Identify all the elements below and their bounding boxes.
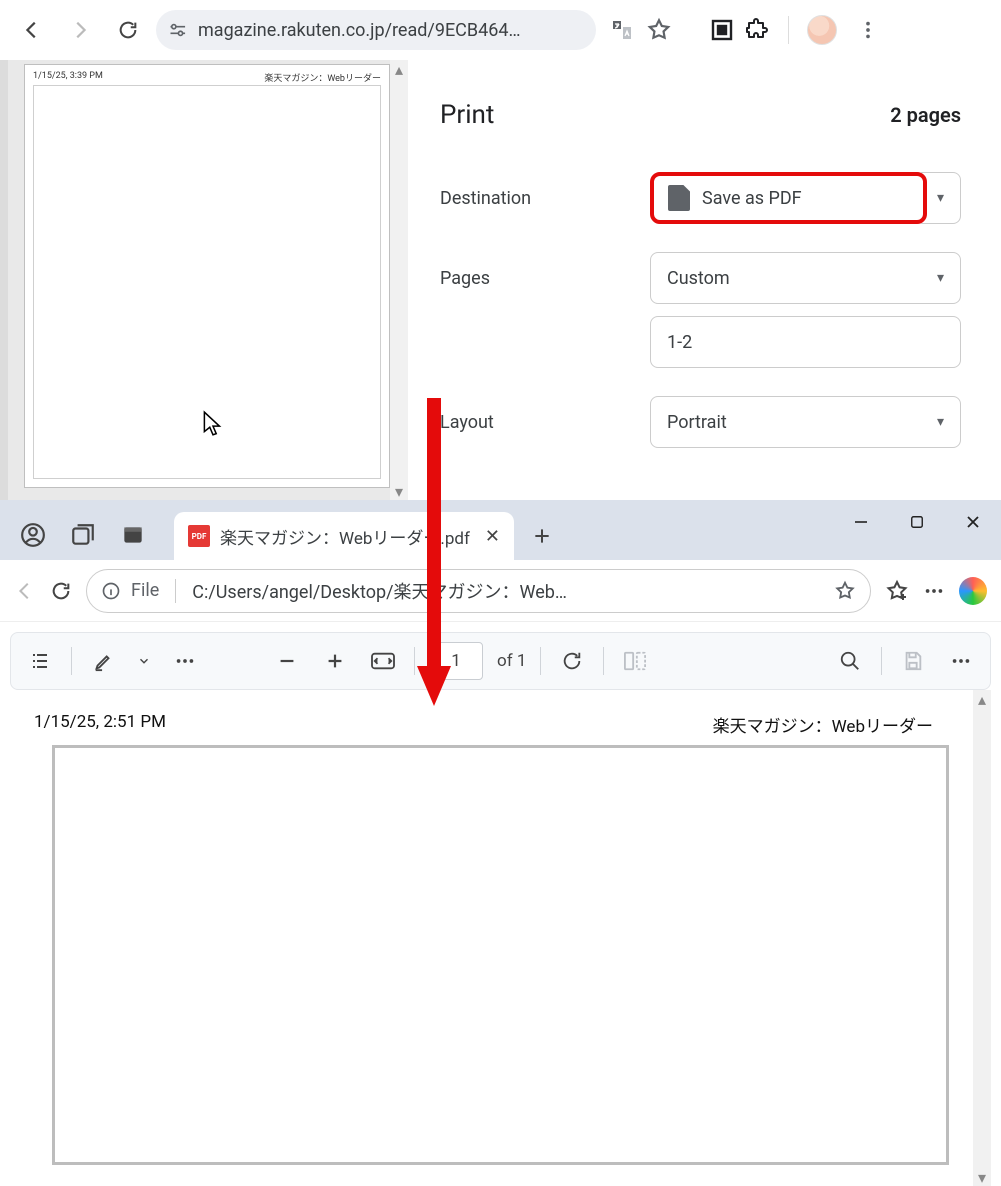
menu-icon[interactable] (857, 19, 879, 41)
separator (788, 16, 789, 44)
back-button[interactable] (12, 10, 52, 50)
pages-range-input[interactable]: 1-2 (650, 316, 961, 368)
page-number-value: 1 (451, 651, 461, 671)
pdf-scrollbar[interactable]: ▴ ▾ (973, 690, 991, 1186)
search-icon[interactable] (833, 644, 867, 678)
copilot-icon[interactable] (959, 577, 987, 605)
tab-title: 楽天マガジン：Webリーダー.pdf (220, 524, 470, 549)
edge-window: PDF 楽天マガジン：Webリーダー.pdf ✕ File C:/Users/a… (0, 500, 1001, 1184)
highlight-icon[interactable] (86, 644, 120, 678)
edge-address-bar[interactable]: File C:/Users/angel/Desktop/楽天マガジン：Web… (86, 569, 871, 613)
rotate-icon[interactable] (555, 644, 589, 678)
preview-title: 楽天マガジン：Webリーダー (264, 71, 381, 84)
destination-value: Save as PDF (702, 188, 802, 209)
window-controls (833, 500, 1001, 544)
layout-select[interactable]: Portrait ▾ (650, 396, 961, 448)
print-options-panel: Print 2 pages Destination Save as PDF ▾ … (408, 60, 1001, 500)
pdf-page (52, 745, 949, 1165)
page-total: of 1 (497, 651, 526, 671)
chevron-down-icon[interactable] (134, 644, 154, 678)
pdf-toolbar: 1 of 1 (10, 632, 991, 690)
destination-select[interactable]: Save as PDF (650, 172, 927, 224)
reload-button[interactable] (50, 580, 72, 602)
preview-timestamp: 1/15/25, 3:39 PM (33, 71, 103, 81)
profile-avatar[interactable] (807, 15, 837, 45)
address-path: C:/Users/angel/Desktop/楽天マガジン：Web… (192, 578, 824, 604)
page-number-input[interactable]: 1 (429, 642, 483, 680)
more-tools-icon[interactable] (168, 644, 202, 678)
scroll-down-icon[interactable]: ▾ (973, 1168, 991, 1186)
reload-button[interactable] (108, 10, 148, 50)
scroll-up-icon[interactable]: ▴ (390, 60, 408, 78)
pdf-viewer[interactable]: 1/15/25, 2:51 PM 楽天マガジン：Webリーダー ▴ ▾ (10, 690, 991, 1186)
save-icon[interactable] (896, 644, 930, 678)
page-count: 2 pages (890, 103, 961, 127)
url-text: magazine.rakuten.co.jp/read/9ECB464… (198, 20, 521, 41)
star-icon[interactable] (834, 580, 856, 602)
fit-width-icon[interactable] (366, 644, 400, 678)
extensions-icon[interactable] (746, 18, 770, 42)
profile-icon[interactable] (20, 522, 46, 548)
destination-dropdown-chevron[interactable]: ▾ (921, 172, 961, 224)
close-tab-icon[interactable]: ✕ (485, 526, 500, 547)
pdf-badge-icon: PDF (188, 525, 210, 547)
workspaces-icon[interactable] (70, 522, 96, 548)
info-icon[interactable] (101, 581, 121, 601)
chevron-down-icon: ▾ (937, 414, 944, 430)
translate-icon[interactable] (610, 18, 634, 42)
new-tab-button[interactable] (522, 516, 562, 556)
layout-value: Portrait (667, 412, 727, 433)
contents-icon[interactable] (23, 644, 57, 678)
pages-range-value: 1-2 (667, 332, 692, 353)
pages-mode-value: Custom (667, 268, 730, 289)
back-button[interactable] (14, 580, 36, 602)
page-view-icon[interactable] (618, 644, 652, 678)
scroll-up-icon[interactable]: ▴ (973, 690, 991, 708)
scroll-down-icon[interactable]: ▾ (390, 482, 408, 500)
print-title: Print (440, 100, 494, 130)
forward-button[interactable] (60, 10, 100, 50)
favorites-icon[interactable] (885, 579, 909, 603)
chrome-window: magazine.rakuten.co.jp/read/9ECB464… (0, 0, 1001, 500)
preview-page[interactable]: 1/15/25, 3:39 PM 楽天マガジン：Webリーダー (24, 64, 390, 488)
preview-scrollbar[interactable]: ▴ ▾ (390, 60, 408, 500)
close-window-button[interactable] (945, 500, 1001, 544)
print-preview: 1/15/25, 3:39 PM 楽天マガジン：Webリーダー ▴ ▾ (0, 60, 408, 500)
address-bar[interactable]: magazine.rakuten.co.jp/read/9ECB464… (156, 10, 596, 50)
zoom-in-icon[interactable] (318, 644, 352, 678)
more-icon[interactable] (944, 644, 978, 678)
more-icon[interactable] (923, 580, 945, 602)
address-scheme: File (131, 580, 159, 601)
site-settings-icon[interactable] (168, 20, 188, 40)
pages-label: Pages (440, 268, 650, 289)
print-dialog: 1/15/25, 3:39 PM 楽天マガジン：Webリーダー ▴ ▾ Prin… (0, 60, 1001, 500)
toolbar-right (610, 15, 879, 45)
collections-icon[interactable] (120, 522, 146, 548)
pdf-timestamp: 1/15/25, 2:51 PM (34, 712, 166, 737)
edge-toolbar: File C:/Users/angel/Desktop/楽天マガジン：Web… (0, 560, 1001, 622)
edge-titlebar: PDF 楽天マガジン：Webリーダー.pdf ✕ (0, 500, 1001, 560)
destination-label: Destination (440, 188, 650, 209)
zoom-out-icon[interactable] (270, 644, 304, 678)
pdf-file-icon (668, 185, 690, 211)
reader-icon[interactable] (710, 18, 734, 42)
chevron-down-icon: ▾ (937, 270, 944, 286)
maximize-button[interactable] (889, 500, 945, 544)
chrome-toolbar: magazine.rakuten.co.jp/read/9ECB464… (0, 0, 1001, 60)
bookmark-icon[interactable] (646, 17, 672, 43)
layout-label: Layout (440, 412, 650, 433)
pages-mode-select[interactable]: Custom ▾ (650, 252, 961, 304)
browser-tab[interactable]: PDF 楽天マガジン：Webリーダー.pdf ✕ (174, 512, 514, 560)
pdf-doc-title: 楽天マガジン：Webリーダー (713, 712, 933, 737)
minimize-button[interactable] (833, 500, 889, 544)
